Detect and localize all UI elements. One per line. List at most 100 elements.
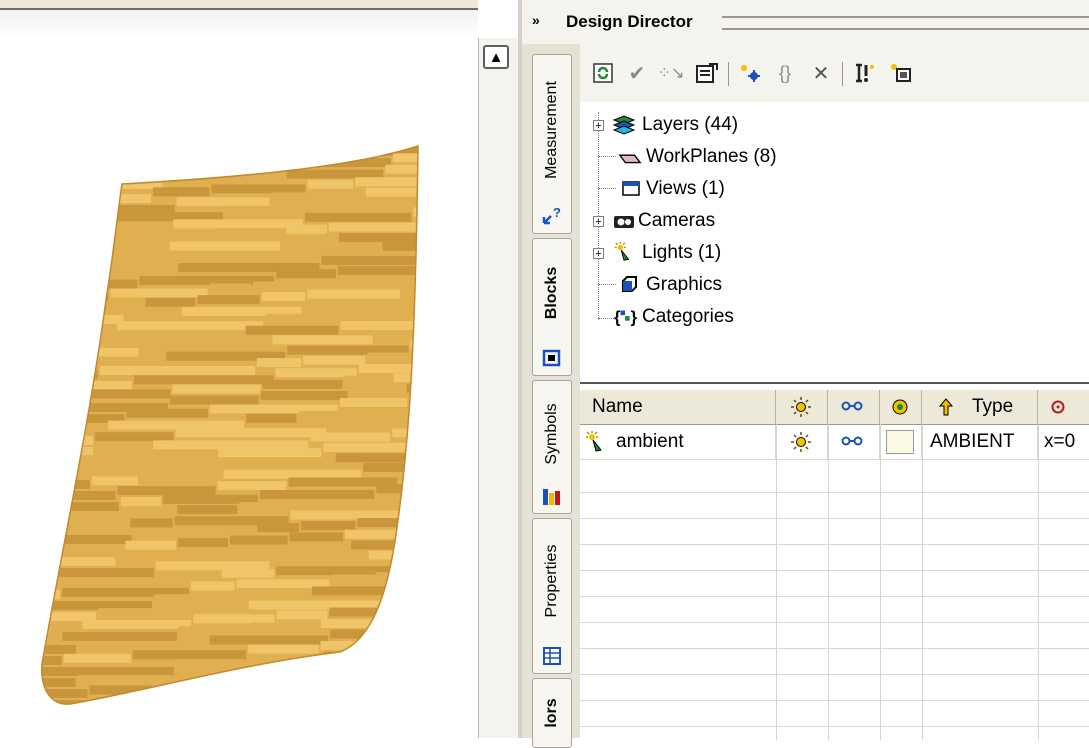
plank-stripe: [197, 295, 260, 305]
plank-stripe: [41, 216, 92, 225]
column-header-color[interactable]: [880, 390, 922, 424]
scroll-up-button[interactable]: ▲: [483, 45, 509, 69]
plank-stripe: [310, 432, 391, 442]
plank-stripe: [355, 177, 418, 187]
plank-stripe: [117, 321, 264, 331]
tree-item-layers[interactable]: + Layers (44): [580, 110, 1089, 140]
plank-stripe: [224, 205, 298, 215]
tree-item-lights[interactable]: + Lights (1): [580, 238, 1089, 268]
column-header-type[interactable]: Type: [922, 390, 1038, 424]
lights-grid[interactable]: Name Type ambient AMBIENT x=0: [580, 382, 1089, 740]
plank-stripe: [178, 538, 228, 548]
cell-link[interactable]: [828, 425, 880, 459]
column-header-on[interactable]: [776, 390, 828, 424]
graphics-icon: [622, 276, 637, 292]
apply-button[interactable]: ✔: [622, 58, 652, 88]
tools-button[interactable]: [850, 58, 880, 88]
cell-on[interactable]: [776, 425, 828, 459]
cell-name: ambient: [580, 425, 776, 459]
plank-stripe: [276, 269, 336, 279]
expand-icon[interactable]: +: [593, 120, 604, 132]
plank-stripe: [41, 579, 154, 588]
plank-stripe: [64, 257, 190, 267]
plank-stripe: [289, 532, 344, 542]
plank-stripe: [320, 618, 418, 628]
delete-button[interactable]: ✕: [806, 58, 836, 88]
link-icon: [841, 436, 863, 446]
plank-stripe: [41, 238, 86, 247]
plank-stripe: [91, 476, 138, 486]
surface-patch[interactable]: [0, 0, 478, 738]
table-row[interactable]: ambient AMBIENT x=0: [580, 425, 1089, 460]
color-icon: [892, 399, 908, 415]
select-objects-button[interactable]: ⁘↘: [656, 58, 686, 88]
plank-stripe: [41, 689, 88, 698]
tab-properties[interactable]: Properties: [532, 518, 572, 674]
plank-stripe: [335, 453, 418, 463]
plank-stripe: [62, 631, 178, 641]
new-category-button[interactable]: {}: [770, 58, 800, 88]
layers-icon: [612, 115, 636, 135]
plank-stripe: [345, 529, 398, 539]
viewport-scrollbar[interactable]: ▲: [478, 38, 520, 738]
tab-measurement[interactable]: Measurement ?: [532, 54, 572, 234]
plank-stripe: [212, 228, 285, 238]
toolbar-separator: [728, 62, 729, 86]
tree-item-graphics[interactable]: Graphics: [580, 270, 1089, 300]
color-swatch[interactable]: [886, 430, 914, 454]
check-icon: ✔: [628, 62, 646, 85]
panel-titlebar[interactable]: » Design Director: [522, 0, 1089, 44]
plank-stripe: [217, 481, 287, 491]
expand-icon[interactable]: +: [593, 216, 604, 228]
grip-lines: [722, 16, 1089, 30]
collapse-icon[interactable]: »: [532, 12, 540, 28]
plank-stripe: [140, 341, 271, 351]
plank-stripe: [41, 700, 174, 705]
plank-stripe: [245, 325, 339, 335]
plank-stripe: [209, 283, 251, 293]
plank-stripe: [63, 653, 131, 663]
tree-item-categories[interactable]: { } Categories: [580, 302, 1089, 332]
tree-item-cameras[interactable]: + Cameras: [580, 206, 1089, 236]
views-icon: [622, 181, 640, 196]
tab-blocks[interactable]: Blocks: [532, 238, 572, 376]
plank-stripe: [337, 266, 418, 276]
column-header-position[interactable]: [1038, 390, 1089, 424]
column-header-name[interactable]: Name: [580, 390, 776, 424]
plank-stripe: [212, 701, 320, 705]
plank-stripe: [300, 520, 356, 530]
refresh-button[interactable]: [588, 58, 618, 88]
tab-label: Blocks: [543, 267, 560, 320]
plank-stripe: [69, 279, 138, 289]
plank-stripe: [350, 672, 418, 682]
plank-stripe: [382, 494, 418, 504]
plank-stripe: [406, 515, 418, 525]
light-on-icon: [791, 432, 811, 452]
column-header-link[interactable]: [828, 390, 880, 424]
cell-color[interactable]: [880, 425, 922, 459]
plank-stripe: [112, 167, 233, 177]
plank-stripe: [193, 614, 275, 624]
grid-line: [922, 424, 923, 740]
plank-stripe: [276, 610, 328, 620]
plank-stripe: [365, 187, 418, 197]
tab-label: lors: [543, 698, 560, 728]
plank-stripe: [392, 153, 418, 163]
plank-stripe: [349, 386, 405, 396]
plank-stripe: [323, 442, 418, 452]
plank-stripe: [431, 272, 478, 281]
tab-symbols[interactable]: Symbols: [532, 380, 572, 514]
3d-viewport[interactable]: [0, 0, 478, 738]
expand-icon[interactable]: +: [593, 248, 604, 260]
new-item-button[interactable]: [886, 58, 916, 88]
plank-stripe: [408, 504, 418, 514]
new-light-button[interactable]: [736, 58, 766, 88]
design-tree[interactable]: + Layers (44) WorkPlanes (8) Views (1) +…: [580, 102, 1089, 382]
plank-stripe: [339, 398, 408, 408]
tree-item-views[interactable]: Views (1): [580, 174, 1089, 204]
plank-stripe: [170, 395, 259, 405]
tree-item-workplanes[interactable]: WorkPlanes (8): [580, 142, 1089, 172]
plank-stripe: [436, 118, 478, 127]
properties-sheet-button[interactable]: [692, 58, 722, 88]
plank-stripe: [126, 408, 208, 418]
